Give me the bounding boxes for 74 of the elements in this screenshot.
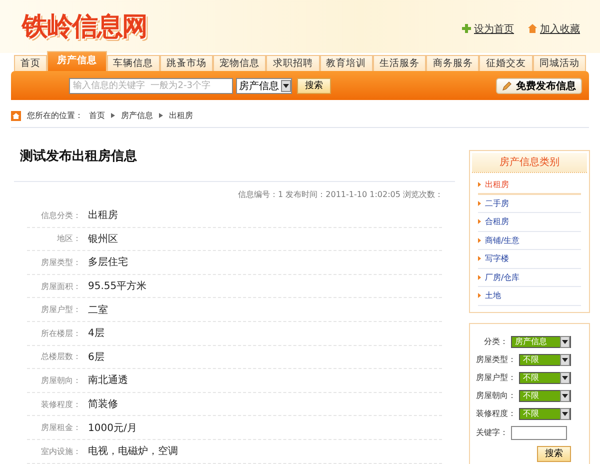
chevron-icon [478,200,481,206]
field-label: 室内设施： [40,446,81,457]
nav-tab[interactable]: 生活服务 [372,55,426,71]
nav-tab[interactable]: 教育培训 [320,55,373,71]
nav-tab[interactable]: 同城活动 [532,55,586,71]
breadcrumb-link[interactable]: 首页 [89,110,105,121]
field-label: 总楼层数： [40,351,81,362]
keyword-field[interactable] [511,426,567,440]
pencil-icon [502,80,512,90]
chevron-icon [478,182,481,187]
header-link[interactable]: 设为首页 [462,22,514,36]
breadcrumb-link[interactable]: 房产信息 [121,110,153,121]
filter-label: 分类： [484,336,508,347]
field-value: 4层 [88,327,104,340]
field-label: 房屋类型： [40,256,81,268]
site-logo[interactable]: 铁岭信息网 [22,9,147,44]
field-label: 房屋户型： [40,304,81,316]
category-link[interactable]: 写字楼 [478,250,581,268]
chevron-icon [478,256,481,262]
field-label: 房屋朝向： [40,374,81,386]
article-title: 测试发布出租房信息 [14,128,455,182]
nav-tab[interactable]: 求职招聘 [266,55,320,71]
filter-label: 装修程度： [476,408,516,419]
field-value: 南北通透 [88,374,128,388]
breadcrumb-link[interactable]: 出租房 [169,110,193,121]
category-select[interactable]: 房产信息 [236,78,292,94]
nav-tab[interactable]: 商务服务 [426,55,480,71]
category-link[interactable]: 合租房 [478,213,581,232]
chevron-icon [478,219,481,224]
chevron-icon [478,238,481,243]
category-link[interactable]: 土地 [478,287,581,306]
field-label: 所在楼层： [40,328,81,339]
chevron-icon [478,274,481,280]
home-icon [11,110,21,120]
field-label: 信息分类： [40,210,81,221]
nav-tab[interactable]: 宠物信息 [213,55,266,71]
filter-label: 关键字： [476,427,508,438]
field-value: 多层住宅 [88,256,128,270]
filter-label: 房屋类型： [476,354,516,365]
field-value: 95.55平方米 [88,280,147,294]
breadcrumb-label: 您所在的位置： [27,110,83,121]
chevron-icon [478,293,481,298]
filter-label: 房屋朝向： [476,390,516,401]
category-link[interactable]: 二手房 [478,194,581,213]
search-field[interactable]: 输入信息的关键字 一般为2-3个字 [69,78,233,94]
field-value: 电视，电磁炉，空调 [88,444,178,458]
field-label: 装修程度： [40,398,81,410]
house-icon [528,24,537,33]
header-link[interactable]: 加入收藏 [528,22,580,36]
filter-label: 房屋户型： [476,372,516,383]
plus-icon [462,24,471,33]
category-link[interactable]: 出租房 [478,176,581,194]
search-button[interactable]: 搜索 [537,446,571,462]
article-meta: 信息编号：1 发布时间：2011-1-10 1:02:05 浏览次数： [237,189,444,201]
field-value: 银州区 [88,232,118,246]
panel-title: 房产信息类别 [472,153,587,173]
field-value: 二室 [88,304,108,317]
field-value: 6层 [88,350,104,364]
field-label: 房屋面积： [40,280,81,292]
category-link[interactable]: 商铺/生意 [478,232,581,250]
nav-tab[interactable]: 跳蚤市场 [160,55,214,71]
category-link[interactable]: 厂房/仓库 [478,268,581,287]
field-value: 简装修 [88,398,118,412]
nav-tab[interactable]: 车辆信息 [106,55,160,71]
search-button[interactable]: 搜索 [297,78,331,94]
field-label: 地区： [56,233,81,244]
chevron-icon [111,113,115,118]
chevron-icon [159,113,163,118]
field-label: 房屋租金： [40,422,81,434]
field-value: 1000元/月 [88,422,137,435]
field-value: 出租房 [88,208,118,222]
publish-button[interactable]: 免费发布信息 [496,78,582,94]
nav-tab[interactable]: 首页 [14,55,48,71]
nav-tab[interactable]: 征婚交友 [479,55,533,71]
